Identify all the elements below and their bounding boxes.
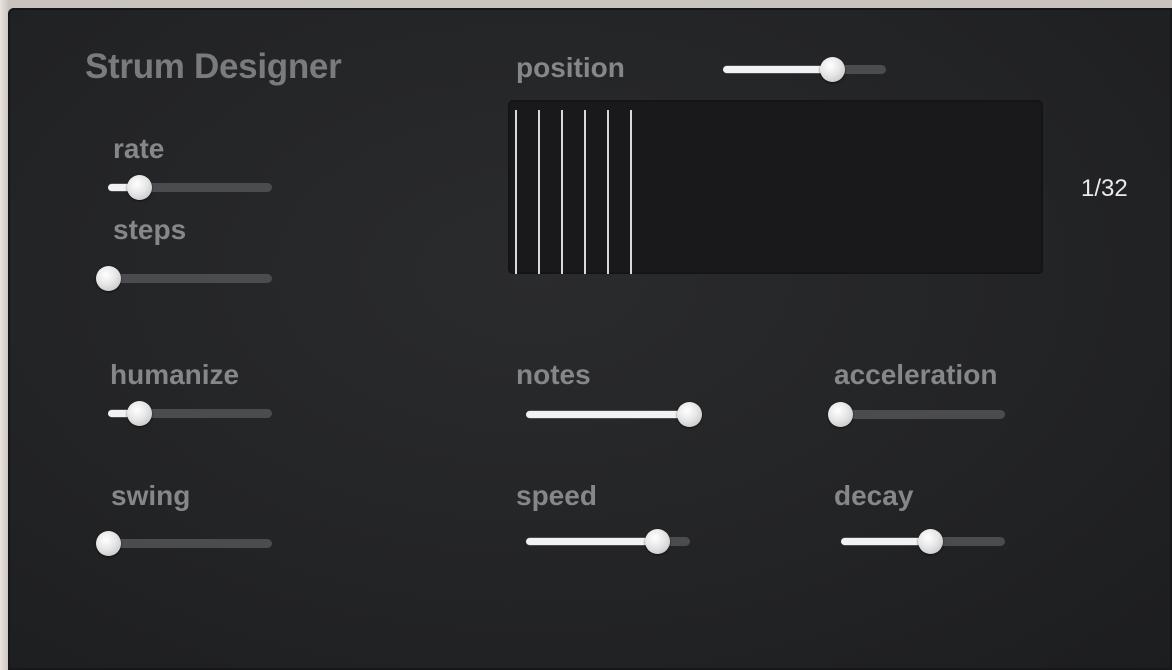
- acceleration-slider[interactable]: [828, 401, 1005, 427]
- speed-slider[interactable]: [526, 528, 690, 554]
- position-slider-thumb[interactable]: [820, 57, 845, 82]
- acceleration-label: acceleration: [834, 359, 998, 390]
- strum-display: [508, 100, 1043, 274]
- decay-slider-thumb[interactable]: [918, 529, 943, 554]
- speed-slider-thumb[interactable]: [645, 529, 670, 554]
- notes-slider-thumb[interactable]: [677, 402, 702, 427]
- decay-label: decay: [834, 480, 914, 511]
- steps-slider-track: [108, 274, 272, 283]
- decay-slider-fill: [841, 538, 930, 545]
- swing-label: swing: [111, 480, 191, 511]
- acceleration-slider-thumb[interactable]: [828, 402, 853, 427]
- rate-slider-thumb[interactable]: [127, 175, 152, 200]
- position-slider[interactable]: [723, 56, 886, 82]
- humanize-slider[interactable]: [108, 400, 272, 426]
- humanize-label: humanize: [110, 359, 240, 390]
- steps-label: steps: [113, 214, 187, 245]
- swing-slider-thumb[interactable]: [96, 531, 121, 556]
- strum-lines: [515, 110, 632, 274]
- panel-title: Strum Designer: [85, 47, 342, 86]
- rate-label: rate: [113, 133, 165, 164]
- position-slider-fill: [723, 66, 832, 73]
- notes-slider-fill: [526, 411, 689, 418]
- position-label: position: [516, 52, 625, 83]
- swing-slider-track: [108, 539, 272, 548]
- speed-slider-fill: [526, 538, 657, 545]
- window-edge: [0, 0, 8, 670]
- speed-label: speed: [516, 480, 597, 511]
- acceleration-slider-track: [840, 410, 1005, 419]
- decay-slider[interactable]: [841, 528, 1005, 554]
- humanize-slider-thumb[interactable]: [127, 401, 152, 426]
- rate-value-readout: 1/32: [1081, 175, 1128, 202]
- rate-slider[interactable]: [108, 174, 272, 200]
- swing-slider[interactable]: [96, 530, 272, 556]
- steps-slider[interactable]: [96, 265, 272, 291]
- steps-slider-thumb[interactable]: [96, 266, 121, 291]
- notes-slider[interactable]: [526, 401, 702, 427]
- notes-label: notes: [516, 359, 591, 390]
